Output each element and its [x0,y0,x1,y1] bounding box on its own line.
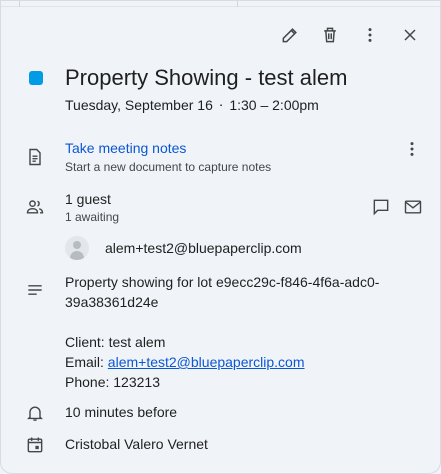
top-border [1,1,440,7]
guest-status: 1 awaiting [65,210,120,224]
bell-icon [23,401,47,425]
reminder-text: 10 minutes before [65,404,178,420]
chat-with-guests-button[interactable] [367,193,395,221]
avatar [65,236,89,260]
datetime-separator: ⋅ [218,97,224,113]
description-icon [23,278,47,302]
pencil-icon [282,28,297,43]
description-email: Email: alem+test2@bluepaperclip.com [65,352,415,372]
close-button[interactable] [394,19,426,51]
edit-event-button[interactable] [274,19,306,51]
chat-bubble-icon [373,199,389,216]
event-description: Property showing for lot e9ecc29c-f846-4… [65,272,415,392]
event-datetime: Tuesday, September 16 ⋅ 1:30 – 2:00pm [65,97,319,114]
more-vert-icon [368,28,372,42]
people-icon [23,195,47,219]
more-vert-icon [410,142,414,156]
trash-icon [324,27,336,43]
event-time: 1:30 – 2:00pm [229,97,319,113]
event-date: Tuesday, September 16 [65,97,213,113]
take-meeting-notes-link[interactable]: Take meeting notes [65,140,186,156]
email-guests-button[interactable] [399,193,427,221]
close-icon [404,29,416,41]
guest-count: 1 guest [65,191,111,207]
description-line: Property showing for lot e9ecc29c-f846-4… [65,274,380,310]
calendar-icon [23,433,47,457]
description-phone: Phone: 123213 [65,374,160,390]
document-icon [23,145,47,169]
notes-more-button[interactable] [398,135,426,163]
email-prefix: Email: [65,354,108,370]
event-details-popup: Property Showing - test alem Tuesday, Se… [0,0,441,474]
event-title: Property Showing - test alem [65,65,348,90]
notes-subtitle: Start a new document to capture notes [65,160,272,174]
calendar-name: Cristobal Valero Vernet [65,436,208,452]
delete-event-button[interactable] [314,19,346,51]
event-color-indicator [29,71,43,85]
guest-email[interactable]: alem+test2@bluepaperclip.com [105,240,302,256]
event-toolbar [274,19,426,51]
more-options-button[interactable] [354,19,386,51]
mail-icon [404,200,422,214]
description-client: Client: test alem [65,334,166,350]
description-email-link[interactable]: alem+test2@bluepaperclip.com [108,354,305,370]
